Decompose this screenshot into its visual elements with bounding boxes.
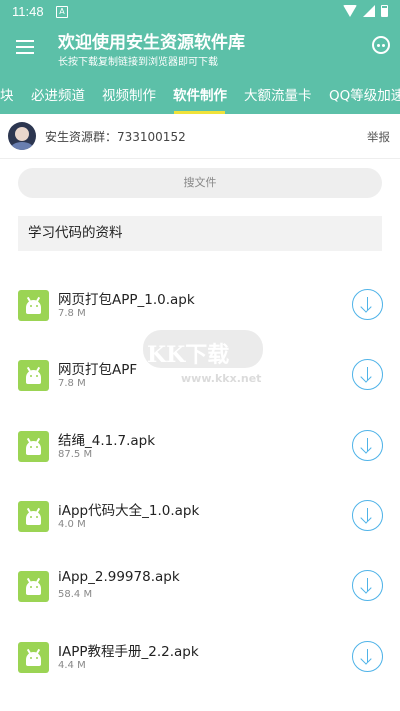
search-input[interactable]: 搜文件 bbox=[18, 168, 382, 198]
download-icon[interactable] bbox=[352, 641, 383, 672]
tab-partial[interactable]: 块 bbox=[0, 84, 14, 104]
file-size: 58.4 M bbox=[58, 589, 93, 600]
group-number-text: 安生资源群：733100152 bbox=[45, 130, 186, 144]
face-icon[interactable] bbox=[372, 36, 390, 54]
group-info-row: 安生资源群：733100152 举报 bbox=[0, 114, 400, 159]
section-header: 学习代码的资料 bbox=[18, 216, 382, 251]
file-name: iApp代码大全_1.0.apk bbox=[58, 503, 200, 519]
file-name: 网页打包APF bbox=[58, 362, 138, 378]
tab-bar: 块 必进频道 视频制作 软件制作 大额流量卡 QQ等级加速 bbox=[0, 70, 400, 114]
download-icon[interactable] bbox=[352, 289, 383, 320]
notification-icon: A bbox=[56, 6, 68, 18]
tab-must-see-channel[interactable]: 必进频道 bbox=[31, 84, 85, 104]
tab-software-making[interactable]: 软件制作 bbox=[173, 84, 227, 104]
download-icon[interactable] bbox=[352, 359, 383, 390]
file-name: IAPP教程手册_2.2.apk bbox=[58, 644, 199, 660]
android-icon bbox=[18, 642, 49, 673]
status-time: 11:48 bbox=[12, 4, 44, 19]
tab-data-card[interactable]: 大额流量卡 bbox=[244, 84, 312, 104]
file-list-item[interactable]: 网页打包APF 7.8 M bbox=[0, 359, 400, 420]
file-size: 4.0 M bbox=[58, 519, 86, 530]
file-list-item[interactable]: iApp_2.99978.apk 58.4 M bbox=[0, 569, 400, 631]
download-icon[interactable] bbox=[352, 570, 383, 601]
file-name: iApp_2.99978.apk bbox=[58, 569, 180, 585]
file-name: 网页打包APP_1.0.apk bbox=[58, 292, 195, 308]
system-icons bbox=[343, 5, 388, 17]
android-icon bbox=[18, 290, 49, 321]
tab-video-making[interactable]: 视频制作 bbox=[102, 84, 156, 104]
file-size: 4.4 M bbox=[58, 660, 86, 671]
file-size: 7.8 M bbox=[58, 308, 86, 319]
app-title: 欢迎使用安生资源软件库 bbox=[58, 33, 245, 53]
android-icon bbox=[18, 360, 49, 391]
app-subtitle: 长按下载复制链接到浏览器即可下载 bbox=[58, 57, 218, 68]
android-icon bbox=[18, 501, 49, 532]
menu-icon[interactable] bbox=[16, 40, 34, 54]
android-icon bbox=[18, 431, 49, 462]
report-button[interactable]: 举报 bbox=[367, 129, 390, 145]
file-list-item[interactable]: 网页打包APP_1.0.apk 7.8 M bbox=[0, 289, 400, 350]
app-bar: 欢迎使用安生资源软件库 长按下载复制链接到浏览器即可下载 bbox=[0, 24, 400, 70]
download-icon[interactable] bbox=[352, 430, 383, 461]
wifi-icon bbox=[343, 5, 357, 17]
signal-icon bbox=[363, 5, 375, 17]
android-icon bbox=[18, 571, 49, 602]
tab-qq-level-boost[interactable]: QQ等级加速 bbox=[329, 84, 400, 104]
file-size: 87.5 M bbox=[58, 449, 93, 460]
file-list-item[interactable]: iApp代码大全_1.0.apk 4.0 M bbox=[0, 500, 400, 561]
file-name: 结绳_4.1.7.apk bbox=[58, 433, 156, 449]
download-icon[interactable] bbox=[352, 500, 383, 531]
file-list-item[interactable]: IAPP教程手册_2.2.apk 4.4 M bbox=[0, 641, 400, 702]
status-bar: 11:48 A bbox=[0, 0, 400, 24]
file-size: 7.8 M bbox=[58, 378, 86, 389]
battery-icon bbox=[381, 5, 388, 17]
file-list-item[interactable]: 结绳_4.1.7.apk 87.5 M bbox=[0, 430, 400, 491]
avatar[interactable] bbox=[8, 122, 36, 150]
